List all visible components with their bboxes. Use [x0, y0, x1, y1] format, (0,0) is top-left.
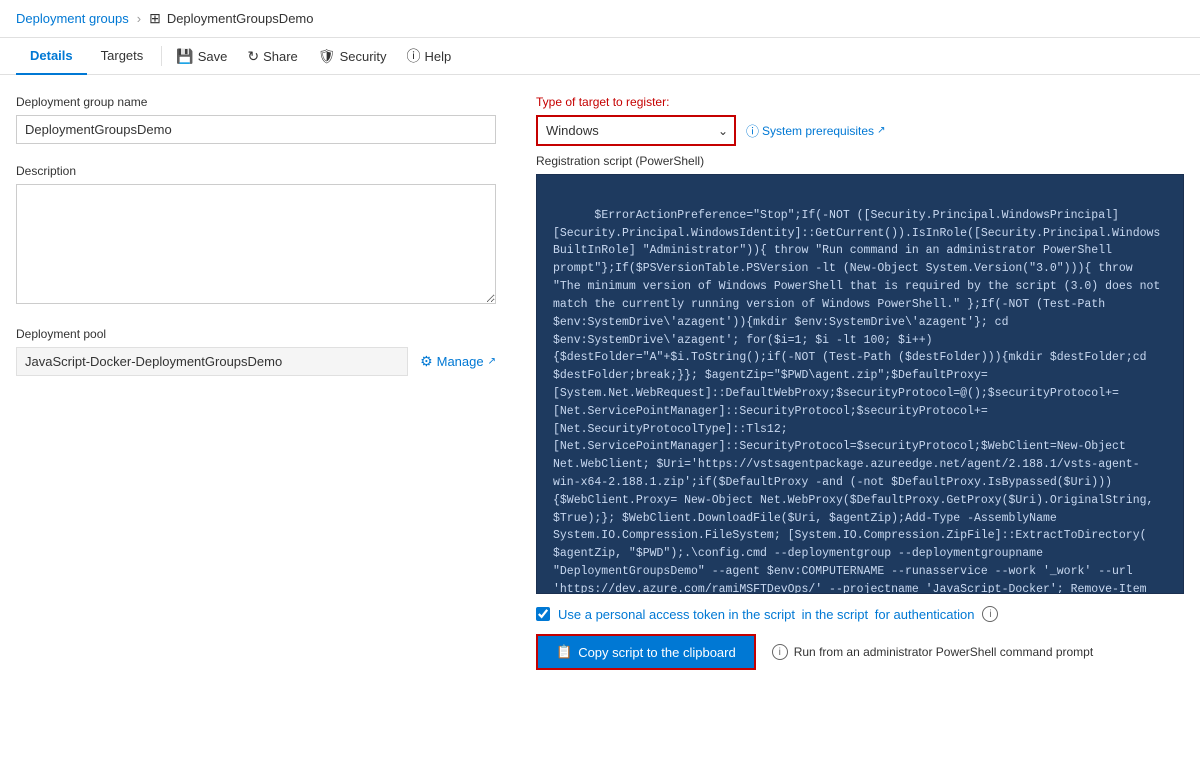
target-type-row: Windows Linux ⌄ ⓘ System prerequisites ↗	[536, 115, 1184, 146]
checkbox-text-2: for authentication	[875, 607, 975, 622]
run-info-text: Run from an administrator PowerShell com…	[794, 645, 1093, 659]
tab-targets[interactable]: Targets	[87, 38, 158, 75]
prereq-external-icon: ↗	[877, 125, 885, 136]
system-prerequisites-link[interactable]: ⓘ System prerequisites ↗	[746, 121, 885, 140]
deployment-pool-input	[16, 347, 408, 376]
grid-icon: ⊞	[149, 10, 161, 27]
save-label: Save	[198, 49, 228, 64]
run-info-icon: i	[772, 644, 788, 660]
help-action[interactable]: ⓘ Help	[397, 38, 462, 74]
script-label: Registration script (PowerShell)	[536, 154, 1184, 168]
description-textarea[interactable]	[16, 184, 496, 304]
breadcrumb-current-label: DeploymentGroupsDemo	[167, 11, 314, 26]
copy-icon: 📋	[556, 644, 572, 660]
prereq-label: System prerequisites	[762, 124, 874, 138]
checkbox-highlight: in the script	[802, 607, 868, 622]
checkbox-info-icon[interactable]: i	[982, 606, 998, 622]
tab-details[interactable]: Details	[16, 38, 87, 75]
security-action[interactable]: 🛡 Security	[308, 40, 397, 73]
access-token-label: Use a personal access token in the scrip…	[558, 607, 974, 622]
bottom-row: 📋 Copy script to the clipboard i Run fro…	[536, 634, 1184, 670]
left-panel: Deployment group name Description Deploy…	[16, 95, 496, 735]
run-info-row: i Run from an administrator PowerShell c…	[772, 644, 1093, 660]
shield-icon: 🛡	[318, 48, 336, 65]
deployment-pool-row: ⚙ Manage ↗	[16, 347, 496, 376]
description-label: Description	[16, 164, 496, 178]
deployment-pool-field: Deployment pool ⚙ Manage ↗	[16, 327, 496, 376]
script-box: $ErrorActionPreference="Stop";If(-NOT ([…	[536, 174, 1184, 594]
description-field: Description	[16, 164, 496, 307]
breadcrumb-parent[interactable]: Deployment groups	[16, 11, 129, 26]
manage-label: Manage	[437, 354, 484, 369]
gear-icon: ⚙	[420, 353, 433, 370]
copy-script-button[interactable]: 📋 Copy script to the clipboard	[536, 634, 756, 670]
right-panel: Type of target to register: Windows Linu…	[536, 95, 1184, 735]
copy-btn-label: Copy script to the clipboard	[578, 645, 736, 660]
breadcrumb-current: ⊞ DeploymentGroupsDemo	[149, 10, 313, 27]
share-label: Share	[263, 49, 298, 64]
breadcrumb-bar: Deployment groups › ⊞ DeploymentGroupsDe…	[0, 0, 1200, 38]
nav-separator	[161, 46, 162, 66]
security-label: Security	[340, 49, 387, 64]
target-type-select[interactable]: Windows Linux	[536, 115, 736, 146]
breadcrumb-separator: ›	[137, 11, 141, 26]
save-icon: 💾	[176, 48, 193, 65]
help-label: Help	[425, 49, 452, 64]
main-content: Deployment group name Description Deploy…	[0, 75, 1200, 755]
checkbox-text-1: Use a personal access token in the scrip…	[558, 607, 795, 622]
deployment-group-name-label: Deployment group name	[16, 95, 496, 109]
manage-link[interactable]: ⚙ Manage ↗	[420, 353, 496, 370]
share-action[interactable]: ↻ Share	[237, 40, 307, 73]
target-type-dropdown-wrapper: Windows Linux ⌄	[536, 115, 736, 146]
save-action[interactable]: 💾 Save	[166, 40, 237, 73]
script-content: $ErrorActionPreference="Stop";If(-NOT ([…	[553, 209, 1167, 594]
deployment-group-name-input[interactable]	[16, 115, 496, 144]
access-token-row: Use a personal access token in the scrip…	[536, 606, 1184, 622]
deployment-pool-label: Deployment pool	[16, 327, 496, 341]
target-type-label: Type of target to register:	[536, 95, 1184, 109]
help-icon: ⓘ	[407, 46, 421, 66]
info-circle-icon: ⓘ	[746, 121, 759, 140]
share-icon: ↻	[247, 48, 259, 65]
nav-bar: Details Targets 💾 Save ↻ Share 🛡 Securit…	[0, 38, 1200, 75]
deployment-group-name-field: Deployment group name	[16, 95, 496, 144]
external-link-icon: ↗	[488, 356, 496, 367]
access-token-checkbox[interactable]	[536, 607, 550, 621]
